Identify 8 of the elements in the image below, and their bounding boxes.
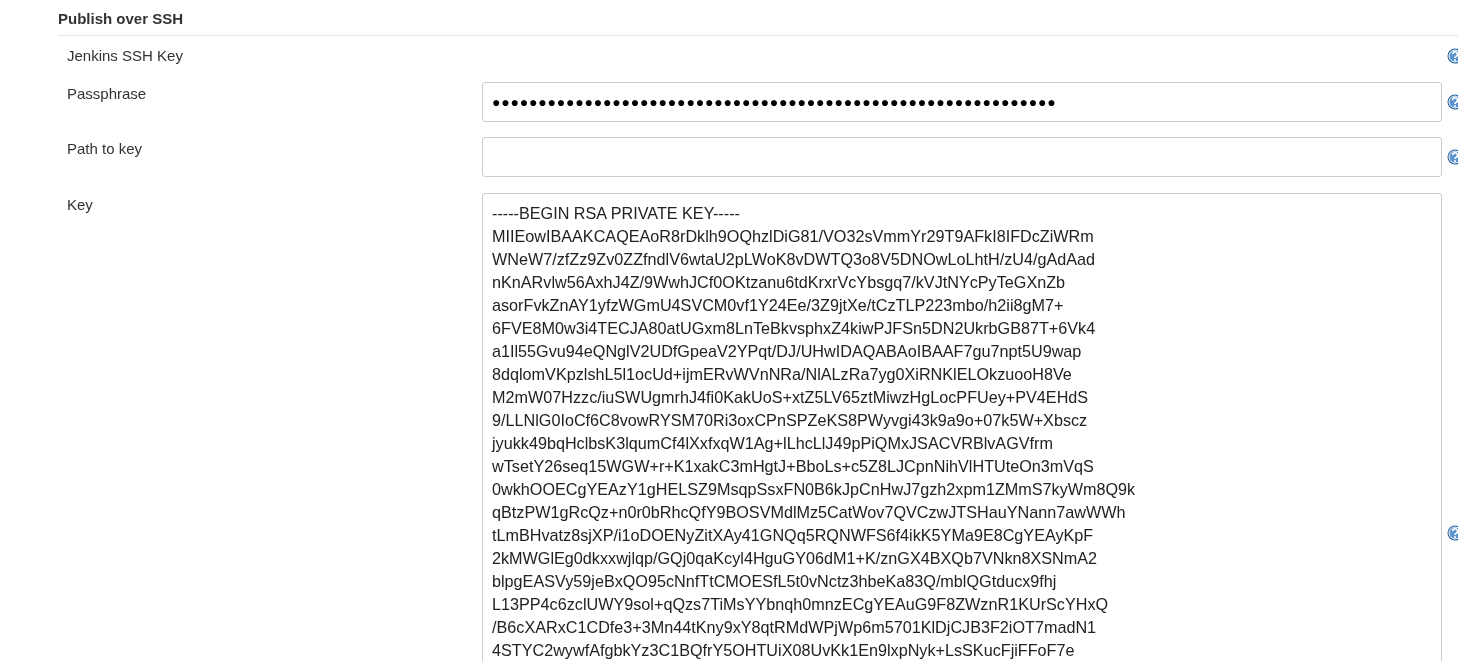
path-field[interactable] — [482, 137, 1442, 177]
passphrase-field[interactable]: ●●●●●●●●●●●●●●●●●●●●●●●●●●●●●●●●●●●●●●●●●●●●●●●●●●●●●●●●●●●●● — [482, 82, 1442, 122]
field-label: Path to key — [66, 139, 143, 158]
field-label: Jenkins SSH Key — [66, 46, 183, 65]
field-label: Key — [66, 195, 93, 214]
section-title: Publish over SSH — [58, 9, 184, 29]
field-label: Passphrase — [66, 84, 147, 103]
key-field[interactable]: -----BEGIN RSA PRIVATE KEY----- MIIEowIBAAKCAQEAoR8rDklh9OQhzlDiG81/VO32sVmmYr29T9AFkI8IFDcZiWRm WNeW7/zfZz9Zv0ZZfndlV6wtaU2pLWoK8vDWTQ3o8V5DNOwLoLhtH/zU4/gAdAad nKnARvlw56AxhJ4Z/9WwhJCf0OKtzanu6tdKrxrVcYbsgq7/kVJtNYcPyTeGXnZb asorFvkZnAY1yfzWGmU4SVCM0vf1Y24Ee/3Z9jtXe/tCzTLP223mbo/h2ii8gM7+ 6FVE8M0w3i4TECJA80atUGxm8LnTeBkvsphxZ4kiwPJFSn5DN2UkrbGB87T+6Vk4 a1Il55Gvu94eQNglV2UDfGpeaV2YPqt/DJ/UHwIDAQABAoIBAAF7gu7npt5U9wap 8dqlomVKpzlshL5l1ocUd+ijmERvWVnNRa/NlALzRa7yg0XiRNKlELOkzuooH8Ve M2mW07Hzzc/iuSWUgmrhJ4fi0KakUoS+xtZ5LV65ztMiwzHgLocPFUey+PV4EHdS 9/LLNlG0IoCf6C8vowRYSM70Ri3oxCPnSPZeKS8PWyvgi43k9a9o+07k5W+Xbscz jyukk49bqHclbsK3lqumCf4lXxfxqW1Ag+lLhcLlJ49pPiQMxJSACVRBlvAGVfrm wTsetY26seq15WGW+r+K1xakC3mHgtJ+BboLs+c5Z8LJCpnNihVlHTUteOn3mVqS 0wkhOOECgYEAzY1gHELSZ9MsqpSsxFN0B6kJpCnHwJ7gzh2xpm1ZMmS7kyWm8Q9k qBtzPW1gRcQz+n0r0bRhcQfY9BOSVMdlMz5CatWov7QVCzwJTSHauYNann7awWWh tLmBHvatz8sjXP/i1oDOENyZitXAy41GNQq5RQNWFS6f4ikK5YMa9E8CgYEAyKpF 2kMWGlEg0dkxxwjlqp/GQj0qaKcyl4HguGY06dM1+K/znGX4BXQb7VNkn8XSNmA2 blpgEASVy59jeBxQO95cNnfTtCMOESfL5t0vNctz3hbeKa83Q/mblQGtducx9fhj L13PP4c6zclUWY9sol+qQzs7TiMsYYbnqh0mnzECgYEAuG9F8ZWznR1KUrScYHxQ /B6cXARxC1CDfe3+3Mn44tKny9xY8qtRMdWPjWp6m5701KlDjCJB3F2iOT7madN1 4STYC2wywfAfgbkYz3C1BQfrY5OHTUiX08UvKk1En9lxpNyk+LsSKucFjiFFoF7e — [482, 193, 1442, 661]
